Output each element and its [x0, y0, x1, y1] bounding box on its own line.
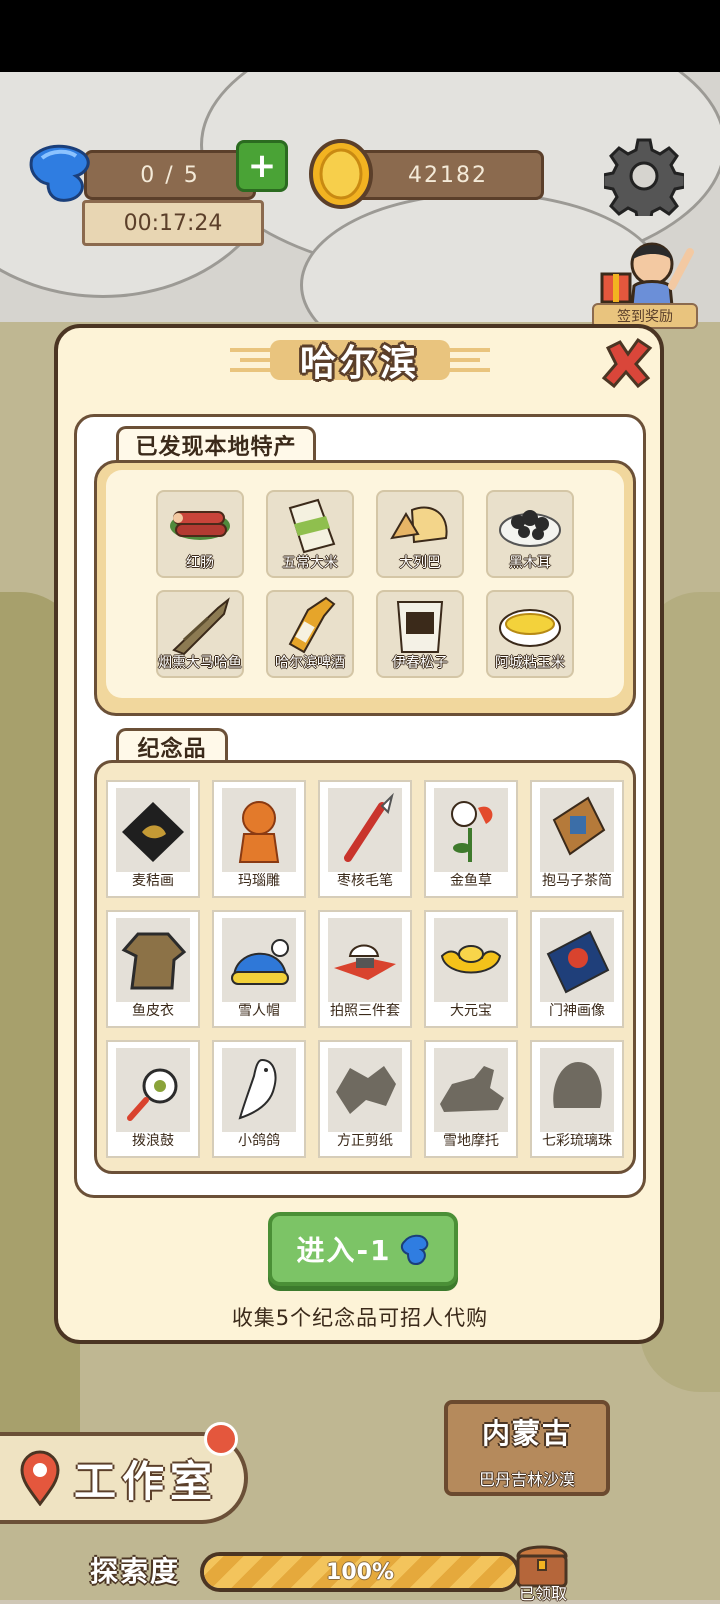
- coin-icon: [309, 139, 373, 209]
- notification-dot: [204, 1422, 238, 1456]
- coin-counter: 42182: [352, 150, 544, 200]
- next-region-sub: 巴丹吉林沙漠: [478, 1470, 575, 1489]
- add-energy-button[interactable]: +: [236, 140, 288, 192]
- fish-skin-coat-icon: [121, 932, 187, 990]
- next-region-name: 内蒙古: [481, 1417, 572, 1450]
- specialty-item[interactable]: 伊春松子: [376, 590, 464, 678]
- specialty-item[interactable]: 五常大米: [266, 490, 354, 578]
- system-status-bar: [0, 0, 720, 72]
- souvenir-label: 玛瑙雕: [238, 873, 280, 889]
- glass-bead-icon: [553, 1062, 602, 1108]
- specialty-label: 五常大米: [282, 555, 338, 571]
- location-pin-icon: [20, 1450, 60, 1506]
- specialty-label: 烟熏大马哈鱼: [158, 655, 242, 671]
- snapdragon-icon: [451, 801, 493, 862]
- souvenir-card[interactable]: 小鸽鸽: [212, 1040, 306, 1158]
- souvenir-label: 方正剪纸: [337, 1133, 393, 1149]
- sausage-icon: [170, 511, 230, 540]
- energy-wing-icon: [400, 1234, 428, 1266]
- modal-title: 哈尔滨: [299, 343, 420, 384]
- timer-value: 00:17:24: [123, 210, 223, 236]
- claimed-label: 已领取: [518, 1584, 567, 1603]
- souvenir-label: 七彩琉璃珠: [542, 1133, 612, 1149]
- souvenir-label: 雪人帽: [238, 1003, 280, 1019]
- pine-nuts-icon: [396, 601, 444, 653]
- explore-progress-text: 100%: [326, 1559, 394, 1585]
- brush-pen-icon: [344, 792, 394, 862]
- door-god-icon: [546, 930, 610, 994]
- souvenir-card[interactable]: 麦秸画: [106, 780, 200, 898]
- specialty-label: 大列巴: [399, 555, 441, 571]
- energy-value: 0 / 5: [140, 162, 200, 188]
- specialty-item[interactable]: 阿城粘玉米: [486, 590, 574, 678]
- energy-counter: 0 / 5: [84, 150, 256, 200]
- collect-hint: 收集5个纪念品可招人代购: [231, 1306, 489, 1330]
- souvenir-card[interactable]: 门神画像: [530, 910, 624, 1028]
- energy-timer: 00:17:24: [82, 200, 264, 246]
- explore-progress-bar: 100%: [200, 1552, 520, 1592]
- specialty-item[interactable]: 黑木耳: [486, 490, 574, 578]
- studio-label: 工作室: [74, 1456, 219, 1506]
- specialty-label: 伊春松子: [392, 655, 448, 671]
- photo-set-icon: [334, 944, 396, 980]
- enter-button-label: 进入-1: [296, 1234, 392, 1267]
- gold-ingot-icon: [440, 945, 502, 974]
- rice-bag-icon: [288, 498, 336, 554]
- close-icon[interactable]: [600, 336, 654, 390]
- snow-hat-icon: [231, 939, 289, 985]
- specialty-label: 阿城粘玉米: [495, 655, 565, 671]
- agate-carving-icon: [238, 801, 280, 863]
- specialty-item[interactable]: 大列巴: [376, 490, 464, 578]
- souvenir-label: 金鱼草: [450, 873, 492, 889]
- souvenir-label: 鱼皮衣: [132, 1003, 174, 1019]
- rattle-drum-icon: [127, 1068, 178, 1121]
- specialty-label: 黑木耳: [509, 555, 551, 571]
- souvenir-label: 雪地摩托: [443, 1133, 499, 1149]
- souvenir-label: 门神画像: [549, 1003, 605, 1019]
- dove-icon: [238, 1058, 277, 1120]
- souvenir-label: 大元宝: [450, 1003, 492, 1019]
- souvenir-card[interactable]: 拨浪鼓: [106, 1040, 200, 1158]
- gear-icon[interactable]: [604, 136, 684, 216]
- paper-cut-icon: [336, 1066, 396, 1114]
- tab-souvenirs: 纪念品: [116, 728, 228, 762]
- souvenir-label: 拍照三件套: [330, 1003, 400, 1019]
- souvenir-card[interactable]: 金鱼草: [424, 780, 518, 898]
- bread-icon: [390, 506, 448, 544]
- souvenir-card[interactable]: 方正剪纸: [318, 1040, 412, 1158]
- souvenir-card[interactable]: 玛瑙雕: [212, 780, 306, 898]
- tea-tin-icon: [552, 796, 606, 856]
- smoked-fish-icon: [172, 597, 230, 656]
- souvenir-card[interactable]: 鱼皮衣: [106, 910, 200, 1028]
- souvenir-card[interactable]: 七彩琉璃珠: [530, 1040, 624, 1158]
- souvenir-label: 枣核毛笔: [337, 873, 393, 889]
- souvenir-card[interactable]: 雪地摩托: [424, 1040, 518, 1158]
- souvenir-card[interactable]: 雪人帽: [212, 910, 306, 1028]
- souvenir-label: 拨浪鼓: [132, 1133, 174, 1149]
- snowmobile-icon: [440, 1066, 504, 1112]
- straw-painting-icon: [122, 802, 184, 862]
- souvenir-card[interactable]: 抱马子茶简: [530, 780, 624, 898]
- coin-value: 42182: [408, 162, 488, 188]
- specialty-item[interactable]: 哈尔滨啤酒: [266, 590, 354, 678]
- souvenir-label: 抱马子茶简: [542, 873, 612, 889]
- corn-icon: [499, 609, 561, 647]
- souvenir-card[interactable]: 大元宝: [424, 910, 518, 1028]
- souvenir-card[interactable]: 枣核毛笔: [318, 780, 412, 898]
- souvenir-label: 麦秸画: [132, 873, 174, 889]
- specialty-item[interactable]: 红肠: [156, 490, 244, 578]
- beer-bottle-icon: [288, 596, 336, 654]
- specialty-label: 红肠: [186, 555, 214, 571]
- explore-label: 探索度: [90, 1555, 181, 1588]
- specialty-label: 哈尔滨啤酒: [275, 655, 345, 671]
- tab-specialties: 已发现本地特产: [116, 426, 316, 460]
- enter-button[interactable]: 进入-1: [268, 1212, 458, 1286]
- souvenir-label: 小鸽鸽: [238, 1133, 280, 1149]
- souvenir-card[interactable]: 拍照三件套: [318, 910, 412, 1028]
- modal-header: 哈尔滨: [230, 332, 490, 388]
- specialty-item[interactable]: 烟熏大马哈鱼: [156, 590, 244, 678]
- black-fungus-icon: [499, 510, 561, 547]
